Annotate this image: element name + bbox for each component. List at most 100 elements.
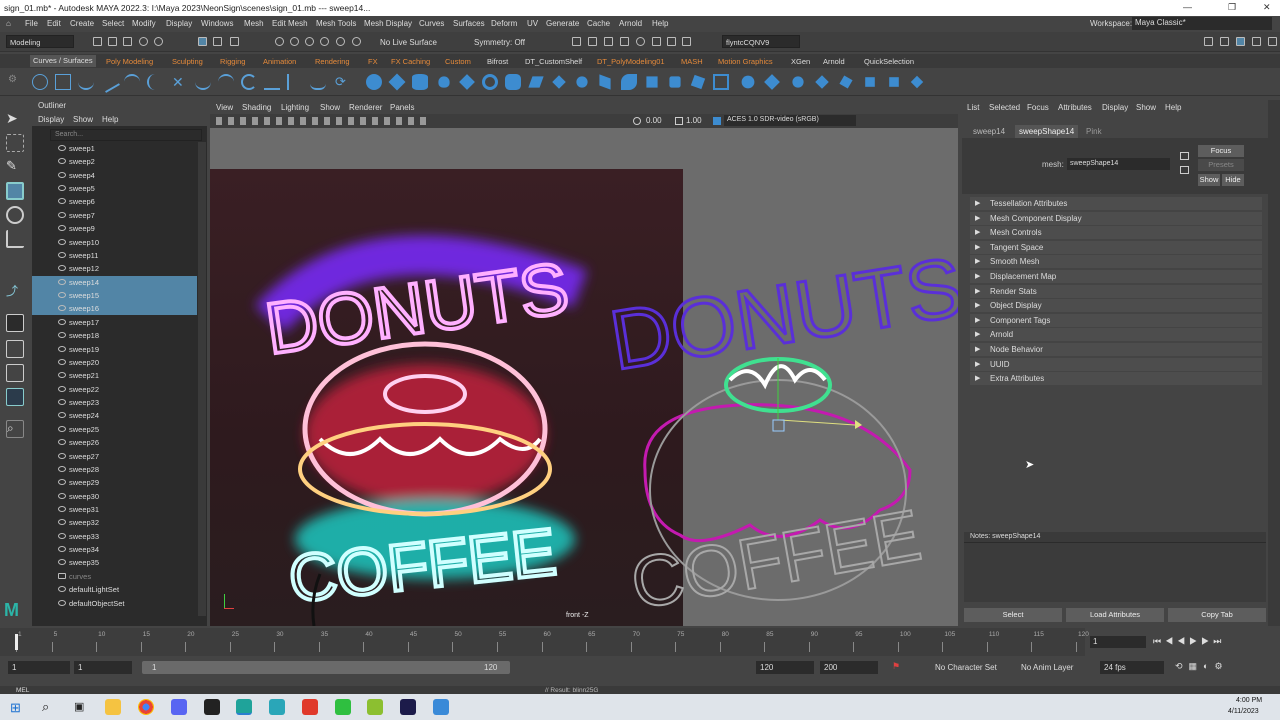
channel-box-icon[interactable] [1268,37,1277,46]
outliner-item[interactable]: sweep4 [32,169,197,182]
menu-mesh-tools[interactable]: Mesh Tools [316,19,356,28]
attr-section[interactable]: ▶ Mesh Controls [970,226,1262,240]
attr-section[interactable]: ▶ UUID [970,357,1262,371]
snap-grid-icon[interactable] [275,37,284,46]
outliner-item[interactable]: sweep28 [32,463,197,476]
expand-arrow-icon[interactable]: ▶ [975,330,980,338]
expand-arrow-icon[interactable]: ▶ [975,316,980,324]
outliner-item[interactable]: sweep24 [32,409,197,422]
attr-section[interactable]: ▶ Arnold [970,328,1262,342]
current-time-marker[interactable] [15,634,18,650]
shelf-tab-fx-caching[interactable]: FX Caching [391,57,430,66]
viewport-panel[interactable]: View Shading Lighting Show Renderer Pane… [210,100,958,627]
select-component-icon[interactable] [230,37,239,46]
color-management-icon[interactable] [713,117,721,125]
arnold-render-icon[interactable] [652,37,661,46]
bevel-icon[interactable] [621,74,637,90]
menu-surfaces[interactable]: Surfaces [453,19,485,28]
cv-curve-icon[interactable] [78,74,94,90]
menu-uv[interactable]: UV [527,19,538,28]
expand-arrow-icon[interactable]: ▶ [975,360,980,368]
attach-curves-icon[interactable]: ✕ [172,74,188,90]
range-slider[interactable]: 1 120 [142,661,510,674]
epic-games-icon[interactable] [204,699,220,715]
menu-help[interactable]: Help [652,19,668,28]
new-scene-icon[interactable] [93,37,102,46]
attr-section[interactable]: ▶ Render Stats [970,284,1262,298]
menu-curves[interactable]: Curves [419,19,444,28]
nurbs-cube-icon[interactable] [388,73,406,91]
outliner-menu-show[interactable]: Show [73,115,93,124]
playback-options-icons[interactable]: ⟲▦◐⚙ [1175,661,1229,672]
menu-arnold[interactable]: Arnold [619,19,642,28]
shelf-tab-quickselection[interactable]: QuickSelection [864,57,914,66]
load-attributes-button[interactable]: Load Attributes [1066,608,1164,622]
detach-surfaces-icon[interactable] [764,74,780,90]
shelf-tab-animation[interactable]: Animation [263,57,296,66]
attr-section[interactable]: ▶ Tangent Space [970,240,1262,254]
select-hierarchy-icon[interactable] [198,37,207,46]
attr-menu-help[interactable]: Help [1165,103,1181,112]
copy-tab-button[interactable]: Copy Tab [1168,608,1266,622]
sculpt-tool-icon[interactable] [815,75,829,89]
outliner-item[interactable]: sweep9 [32,222,197,235]
reverse-curve-icon[interactable]: ⟳ [335,74,351,90]
nurbs-circle-icon[interactable] [32,74,48,90]
outliner-item[interactable]: sweep32 [32,516,197,529]
open-scene-icon[interactable] [108,37,117,46]
maximize-icon[interactable]: ❐ [1228,2,1236,13]
attr-tab-sweepshape14[interactable]: sweepShape14 [1015,125,1079,138]
extrude-icon[interactable] [576,76,588,88]
attr-section[interactable]: ▶ Tessellation Attributes [970,197,1262,210]
notepad-icon[interactable] [433,699,449,715]
save-scene-icon[interactable] [123,37,132,46]
project-curve-icon[interactable] [646,76,658,88]
anim-layer-dropdown[interactable]: No Anim Layer [1021,663,1073,672]
hide-button[interactable]: Hide [1222,174,1244,186]
single-perspective-layout-icon[interactable] [6,314,24,332]
redo-icon[interactable] [154,37,163,46]
expand-arrow-icon[interactable]: ▶ [975,199,980,207]
select-button[interactable]: Select [964,608,1062,622]
fps-dropdown[interactable]: 24 fps [1100,661,1164,674]
minimize-icon[interactable]: — [1183,2,1192,12]
shelf-tab-fx[interactable]: FX [368,57,378,66]
outliner-item[interactable]: sweep22 [32,383,197,396]
outliner-item[interactable]: sweep16 [32,302,197,316]
menu-generate[interactable]: Generate [546,19,579,28]
render-settings-icon[interactable] [620,37,629,46]
select-tool-icon[interactable]: ➤ [6,110,24,128]
go-to-input-icon[interactable] [1180,152,1189,160]
planar-icon[interactable] [552,75,566,89]
stitch-icon[interactable] [839,75,853,89]
outliner-item[interactable]: sweep11 [32,249,197,262]
hypershade-icon[interactable] [636,37,645,46]
detach-curves-icon[interactable] [195,74,211,90]
attr-section[interactable]: ▶ Extra Attributes [970,372,1262,386]
symmetry-label[interactable]: Symmetry: Off [474,38,525,47]
discord-icon[interactable] [171,699,187,715]
outliner-menu-display[interactable]: Display [38,115,64,124]
premiere-icon[interactable] [400,699,416,715]
menu-deform[interactable]: Deform [491,19,517,28]
snap-surface-icon[interactable] [336,37,345,46]
untrim-icon[interactable] [713,74,729,90]
outliner-item[interactable]: sweep15 [32,289,197,303]
menu-mesh[interactable]: Mesh [244,19,264,28]
snap-plane-icon[interactable] [352,37,361,46]
outliner-item[interactable]: sweep17 [32,316,197,329]
undo-icon[interactable] [139,37,148,46]
anim-end-field[interactable]: 200 [820,661,878,674]
windows-start-icon[interactable]: ⊞ [10,700,21,716]
file-explorer-icon[interactable] [105,699,121,715]
expand-arrow-icon[interactable]: ▶ [975,228,980,236]
outliner-item[interactable]: sweep6 [32,195,197,208]
rebuild-surface-icon[interactable] [792,76,804,88]
expand-arrow-icon[interactable]: ▶ [975,214,980,222]
color-space-dropdown[interactable]: ACES 1.0 SDR-video (sRGB) [724,115,856,126]
modeled-neon-sign[interactable]: DONUTS COFFEE [600,240,958,626]
nurbs-sphere-icon[interactable] [366,74,382,90]
outliner-item[interactable]: defaultObjectSet [32,597,197,610]
shelf-tab-arnold[interactable]: Arnold [823,57,845,66]
menu-edit[interactable]: Edit [47,19,61,28]
